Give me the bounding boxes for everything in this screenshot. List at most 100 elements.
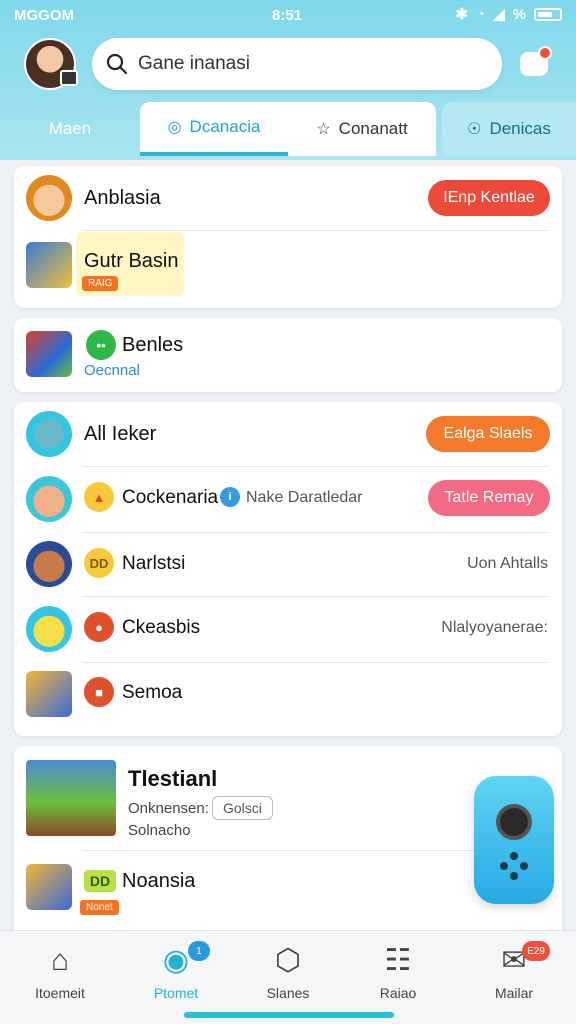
tab-label: Dcanacia <box>189 117 261 136</box>
joystick-icon <box>496 804 532 840</box>
notification-dot <box>538 46 552 60</box>
item-subtitle: Oecnnal <box>84 362 140 379</box>
item-meta: Uon Ahtalls <box>467 555 548 572</box>
carrier-label: MGGOM <box>14 7 74 24</box>
nav-label: Ptomet <box>153 985 199 1001</box>
status-icon: DD <box>84 548 114 578</box>
nav-label: Itoemeit <box>35 985 85 1001</box>
item-title: All Ieker <box>84 423 157 445</box>
flame-icon: ▲ <box>84 482 114 512</box>
bottom-navigation: ⌂ Itoemeit ◉ Ptomet 1 ⬡ Slanes ☷ Raiao ✉… <box>0 930 576 1024</box>
list-item[interactable]: ● Ckeasbis Nlalyoyanerae: <box>14 596 562 662</box>
search-input[interactable] <box>138 53 478 75</box>
bluetooth-icon: ✱ <box>455 6 469 23</box>
list-item[interactable]: Anblasia IEnp Kentlae <box>14 166 562 230</box>
action-button[interactable]: Ealga Slaels <box>426 416 550 452</box>
game-card-3: All Ieker Ealga Slaels ▲ Cockenaria i Na… <box>14 402 562 736</box>
home-indicator[interactable] <box>184 1012 394 1018</box>
item-title: Noansia <box>122 870 196 892</box>
avatar <box>26 606 72 652</box>
list-item[interactable]: DD Narlstsi Uon Ahtalls <box>14 532 562 596</box>
nav-label: Raiao <box>379 985 417 1001</box>
status-bar: MGGOM 8:51 ✱ ◔ ◢ % <box>0 0 576 32</box>
nav-slanes[interactable]: ⬡ Slanes <box>238 941 338 1001</box>
item-title: Semoa <box>122 682 183 703</box>
game-thumbnail <box>26 671 72 717</box>
item-title: Ckeasbis <box>122 617 201 638</box>
camera-badge-icon <box>60 70 78 86</box>
avatar <box>26 476 72 522</box>
item-title: Cockenaria <box>122 487 219 508</box>
tab-label: Maen <box>48 119 92 138</box>
game-controller-fab[interactable] <box>474 776 554 904</box>
shield-icon: ◎ <box>167 119 182 136</box>
battery-icon <box>534 7 562 21</box>
chat-icon: ☉ <box>467 121 482 138</box>
tab-denicas[interactable]: ☉ Denicas <box>442 102 576 156</box>
user-avatar[interactable] <box>24 38 78 90</box>
chip[interactable]: Golsci <box>212 796 273 820</box>
controller-button-icon <box>510 852 518 860</box>
list-item[interactable]: •• Benles Oecnnal <box>14 318 562 392</box>
search-bar[interactable] <box>92 38 502 90</box>
featured-line2: Solnacho <box>128 822 191 839</box>
fire-icon: ■ <box>84 677 114 707</box>
item-title: Narlstsi <box>122 553 186 574</box>
nav-label: Slanes <box>266 985 310 1001</box>
item-title: Gutr Basin <box>84 250 179 272</box>
tab-maen[interactable]: Maen <box>0 102 140 156</box>
clock: 8:51 <box>272 7 303 24</box>
game-card-2: •• Benles Oecnnal <box>14 318 562 392</box>
game-cover-image <box>26 760 116 836</box>
item-title: Anblasia <box>84 187 161 209</box>
level-badge: DD <box>84 870 116 892</box>
item-title: Benles <box>122 334 184 356</box>
info-icon: i <box>220 487 240 507</box>
list-item[interactable]: Gutr Basin RAIG <box>14 230 562 308</box>
tab-bar: Maen ◎ Dcanacia ☆ Conanatt ☉ Denicas <box>0 102 576 156</box>
list-item[interactable]: ▲ Cockenaria i Nake Daratledar Tatle Rem… <box>14 466 562 532</box>
messages-button[interactable] <box>512 44 556 84</box>
nav-badge: 1 <box>188 941 210 961</box>
game-thumbnail <box>26 242 72 288</box>
home-icon: ⌂ <box>50 944 70 977</box>
search-icon <box>106 53 128 75</box>
item-meta: Nlalyoyanerae: <box>441 619 548 636</box>
nav-label: Mailar <box>494 985 534 1001</box>
nav-mailar[interactable]: ✉ Mailar E29 <box>464 941 564 1001</box>
list-item[interactable]: All Ieker Ealga Slaels <box>14 402 562 466</box>
avatar <box>26 411 72 457</box>
item-subtitle: Nake Daratledar <box>246 489 363 506</box>
featured-line1: Onknensen: <box>128 800 209 817</box>
status-icon: •• <box>86 330 116 360</box>
featured-title: Tlestianl <box>128 766 218 791</box>
tab-label: Denicas <box>489 119 551 138</box>
document-icon: ☷ <box>384 944 412 977</box>
tab-label: Conanatt <box>338 119 408 138</box>
nav-home[interactable]: ⌂ Itoemeit <box>10 941 110 1001</box>
game-thumbnail <box>26 331 72 377</box>
avatar <box>26 541 72 587</box>
tab-conanatt[interactable]: ☆ Conanatt <box>288 102 436 156</box>
signal-percent: % <box>512 5 526 23</box>
game-icon: ◉ <box>162 944 190 977</box>
item-tag: RAIG <box>82 276 119 291</box>
nav-raiao[interactable]: ☷ Raiao <box>348 941 448 1001</box>
avatar <box>26 175 72 221</box>
hexagon-icon: ⬡ <box>274 944 302 977</box>
tab-dcanacia[interactable]: ◎ Dcanacia <box>140 102 288 156</box>
action-button[interactable]: IEnp Kentlae <box>428 180 550 216</box>
controller-button-icon <box>510 872 518 880</box>
nav-game[interactable]: ◉ Ptomet 1 <box>126 941 226 1001</box>
nav-badge: E29 <box>522 941 550 961</box>
signal-icon: ◢ <box>493 6 505 23</box>
action-button[interactable]: Tatle Remay <box>428 480 550 516</box>
list-item[interactable]: ■ Semoa <box>14 662 562 726</box>
star-icon: ☆ <box>316 121 331 138</box>
item-tag: Nonet <box>80 900 119 915</box>
controller-button-icon <box>500 862 508 870</box>
game-thumbnail <box>26 864 72 910</box>
controller-button-icon <box>520 862 528 870</box>
wifi-icon: ◔ <box>476 5 486 23</box>
fire-icon: ● <box>84 612 114 642</box>
